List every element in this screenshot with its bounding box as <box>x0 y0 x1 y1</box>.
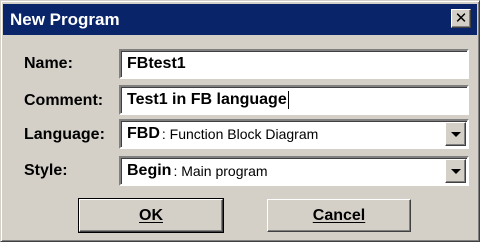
name-label: Name: <box>24 55 73 72</box>
ok-button[interactable]: OK <box>78 198 224 233</box>
style-select[interactable]: Begin: Main program <box>119 156 469 186</box>
language-description: : Function Block Diagram <box>161 126 319 142</box>
language-code: FBD <box>127 125 160 142</box>
style-code: Begin <box>127 162 172 179</box>
title-bar[interactable]: New Program ✕ <box>3 4 477 35</box>
cancel-button-label: Cancel <box>312 206 366 224</box>
close-icon: ✕ <box>454 9 468 27</box>
new-program-dialog: New Program ✕ Name: FBtest1 Comment: Tes… <box>0 0 480 242</box>
comment-label: Comment: <box>24 92 104 109</box>
dialog-title: New Program <box>10 9 120 29</box>
style-description: : Main program <box>173 163 268 179</box>
ok-button-label: OK <box>139 206 163 224</box>
language-select[interactable]: FBD: Function Block Diagram <box>119 119 469 149</box>
name-field[interactable]: FBtest1 <box>119 49 469 79</box>
text-caret <box>287 91 289 109</box>
chevron-down-icon <box>450 131 461 137</box>
comment-field[interactable]: Test1 in FB language <box>119 85 469 115</box>
name-value: FBtest1 <box>127 55 186 72</box>
cancel-button[interactable]: Cancel <box>267 199 411 232</box>
style-label: Style: <box>24 162 68 179</box>
comment-value: Test1 in FB language <box>127 91 287 108</box>
language-label: Language: <box>24 126 105 143</box>
chevron-down-icon <box>450 168 461 174</box>
close-button[interactable]: ✕ <box>451 9 471 28</box>
language-dropdown-button[interactable] <box>445 122 466 146</box>
style-dropdown-button[interactable] <box>445 159 466 183</box>
